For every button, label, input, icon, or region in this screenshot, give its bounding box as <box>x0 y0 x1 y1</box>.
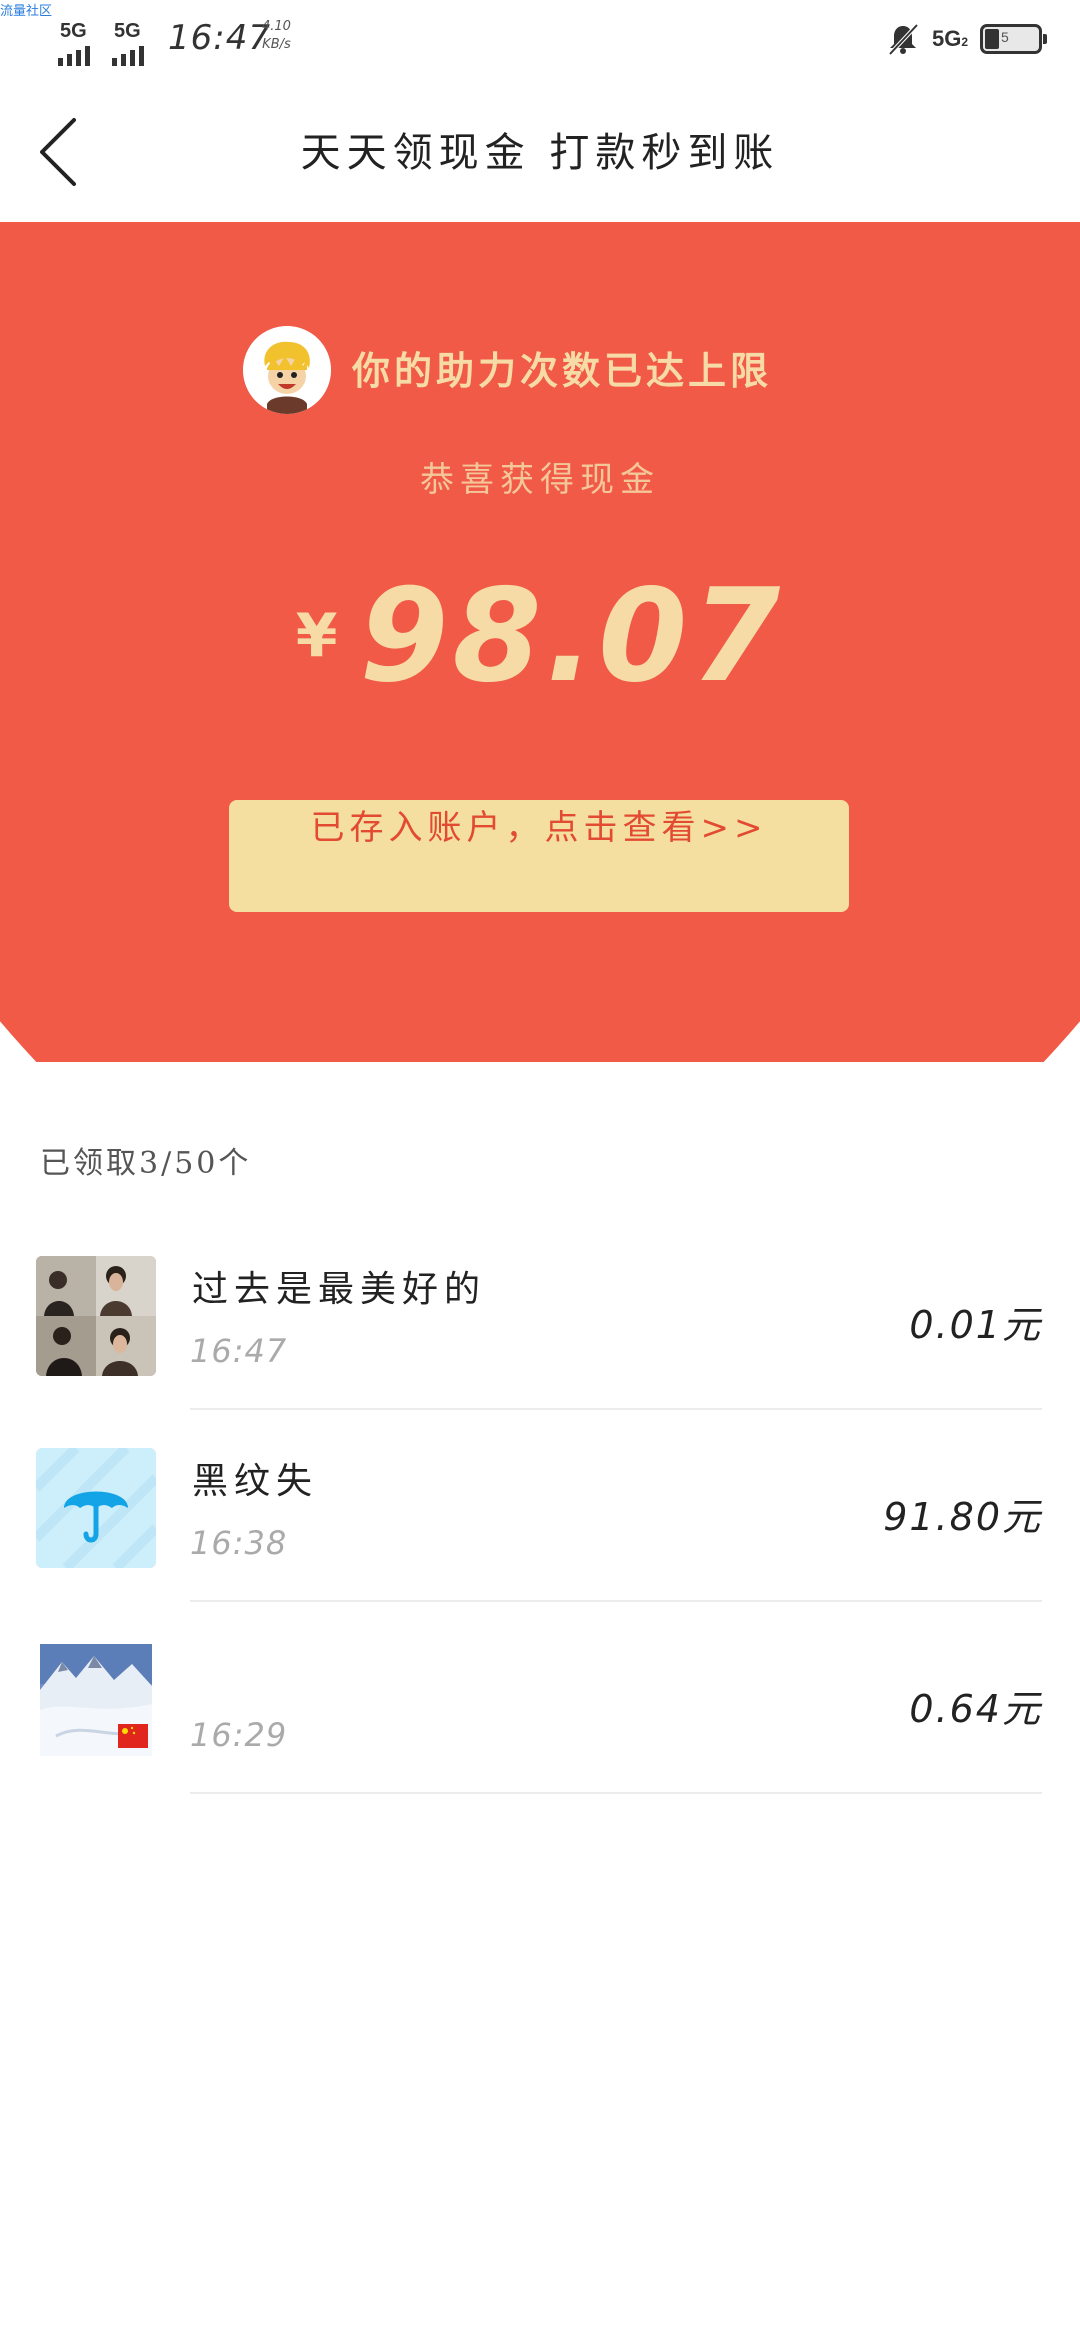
claimed-count: 已领取3/50个 <box>40 1146 252 1181</box>
speed-value: 4.10 <box>262 19 291 34</box>
divider <box>190 1792 1042 1794</box>
sim1-label: 5G <box>60 20 87 42</box>
congrats-text: 恭喜获得现金 <box>420 460 660 500</box>
page-title: 天天领现金 打款秒到账 <box>300 130 780 176</box>
claim-time: 16:29 <box>190 1716 288 1754</box>
amount-value: 98.07 <box>359 562 785 711</box>
page-header: 天天领现金 打款秒到账 <box>0 72 1080 222</box>
list-item[interactable]: 黑纹失 16:38 91.80元 <box>0 1448 1080 1638</box>
list-item[interactable]: 过去是最美好的 16:47 0.01元 <box>0 1256 1080 1446</box>
user-name: 过去是最美好的 <box>192 1269 487 1310</box>
reward-banner: 你的助力次数已达上限 恭喜获得现金 ¥98.07 已存入账户，点击查看>> <box>0 222 1080 1062</box>
network-speed: 4.10 KB/s <box>262 18 291 54</box>
bell-muted-icon <box>886 22 920 56</box>
battery-level: 5 <box>1001 29 1009 45</box>
snow-mountain-photo-icon <box>36 1640 156 1760</box>
claim-time: 16:47 <box>190 1332 288 1370</box>
status-time: 16:47 <box>168 18 271 58</box>
network-type: 5G2 <box>931 26 968 51</box>
claim-amount: 0.01元 <box>909 1303 1042 1347</box>
claim-time: 16:38 <box>190 1524 288 1562</box>
user-avatar <box>36 1256 156 1376</box>
cartoon-avatar-icon <box>243 326 331 414</box>
claim-amount: 91.80元 <box>883 1495 1042 1539</box>
list-item[interactable]: 16:29 0.64元 <box>0 1640 1080 1830</box>
speed-unit: KB/s <box>262 37 291 52</box>
divider <box>190 1600 1042 1602</box>
claim-amount: 0.64元 <box>909 1687 1042 1731</box>
photo-couple-icon <box>36 1256 156 1376</box>
divider <box>190 1408 1042 1410</box>
user-avatar <box>36 1448 156 1568</box>
sim2-label: 5G <box>114 20 141 42</box>
currency-symbol: ¥ <box>295 601 338 671</box>
battery-icon: 5 <box>980 24 1047 54</box>
avatar <box>243 326 331 414</box>
limit-message: 你的助力次数已达上限 <box>352 349 773 393</box>
umbrella-icon <box>36 1448 156 1568</box>
user-name: 黑纹失 <box>192 1461 319 1502</box>
cash-amount: ¥98.07 <box>0 562 1080 711</box>
view-account-button[interactable]: 已存入账户，点击查看>> <box>229 800 849 912</box>
user-avatar <box>36 1640 156 1760</box>
status-bar: 5G 5G 16:47 4.10 KB/s 5G2 5 <box>0 0 1080 72</box>
